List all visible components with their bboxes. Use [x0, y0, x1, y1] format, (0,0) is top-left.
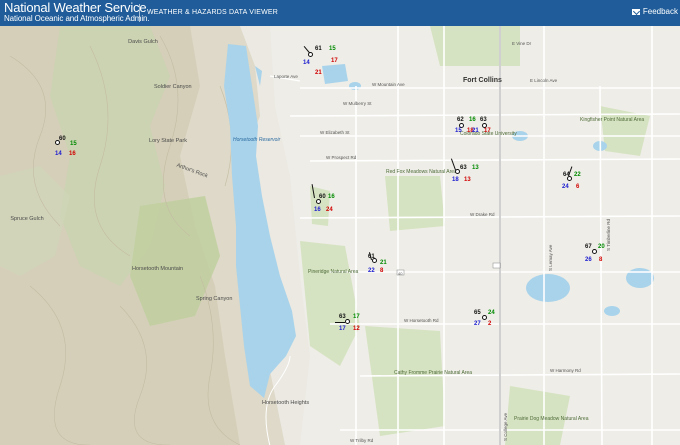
- harmony-label: W Harmony Rd: [550, 368, 581, 373]
- lemay-label: S Lemay Ave: [548, 244, 553, 271]
- app-window: National Weather Service National Oceani…: [0, 0, 680, 445]
- nws-brand[interactable]: National Weather Service National Oceani…: [4, 1, 150, 23]
- horsetooth-mountain-label: Horsetooth Mountain: [132, 266, 184, 272]
- top-header-bar: National Weather Service National Oceani…: [0, 0, 680, 26]
- kingfisher-label: Kingfisher Point Natural Area: [580, 117, 645, 123]
- horsetooth-rd-label: W Horsetooth Rd: [404, 318, 439, 323]
- pineridge-label: Pineridge Natural Area: [308, 269, 359, 275]
- lincoln-label: E Lincoln Ave: [530, 78, 558, 83]
- reservoir-label: Horsetooth Reservoir: [233, 137, 281, 143]
- cathy-fromme-label: Cathy Fromme Prairie Natural Area: [394, 370, 473, 376]
- lory-label: Lory State Park: [149, 138, 187, 144]
- college-label: S College Ave: [503, 412, 508, 441]
- feedback-button[interactable]: Feedback: [631, 7, 678, 16]
- brand-subtitle: National Oceanic and Atmospheric Admin.: [4, 14, 150, 23]
- header-divider: [139, 4, 140, 22]
- viewer-title: WEATHER & HAZARDS DATA VIEWER: [147, 9, 279, 16]
- elizabeth-label: W Elizabeth St: [320, 130, 350, 135]
- mountain-ave-label: W Mountain Ave: [372, 82, 405, 87]
- route-40-label: 40: [398, 271, 403, 276]
- prairie-dog-label: Prairie Dog Meadow Natural Area: [514, 416, 589, 422]
- vine-label: E Vine Dr: [512, 41, 532, 46]
- timberline-label: S Timberline Rd: [606, 218, 611, 251]
- red-fox-label: Red Fox Meadows Natural Area: [386, 169, 457, 175]
- prospect-label: W Prospect Rd: [326, 155, 357, 160]
- brand-title: National Weather Service: [4, 0, 147, 15]
- mulberry-label: W Mulberry St: [343, 101, 372, 106]
- trilby-label: W Trilby Rd: [350, 438, 374, 443]
- spruce-gulch-label: Spruce Gulch: [10, 216, 44, 222]
- basemap: [0, 26, 680, 445]
- spring-canyon-label: Spring Canyon: [196, 296, 233, 302]
- laporte-label: Laporte Ave: [274, 74, 298, 79]
- map-canvas[interactable]: Fort Collins Horsetooth Reservoir Horset…: [0, 26, 680, 445]
- city-label: Fort Collins: [463, 77, 502, 84]
- drake-label: W Drake Rd: [470, 212, 495, 217]
- heights-label: Horsetooth Heights: [262, 400, 310, 406]
- csu-label: Colorado State University: [460, 131, 517, 137]
- davis-gulch-label: Davis Gulch: [128, 39, 158, 45]
- soldier-canyon-label: Soldier Canyon: [154, 84, 192, 90]
- feedback-label: Feedback: [642, 7, 678, 16]
- mail-icon: [631, 8, 640, 15]
